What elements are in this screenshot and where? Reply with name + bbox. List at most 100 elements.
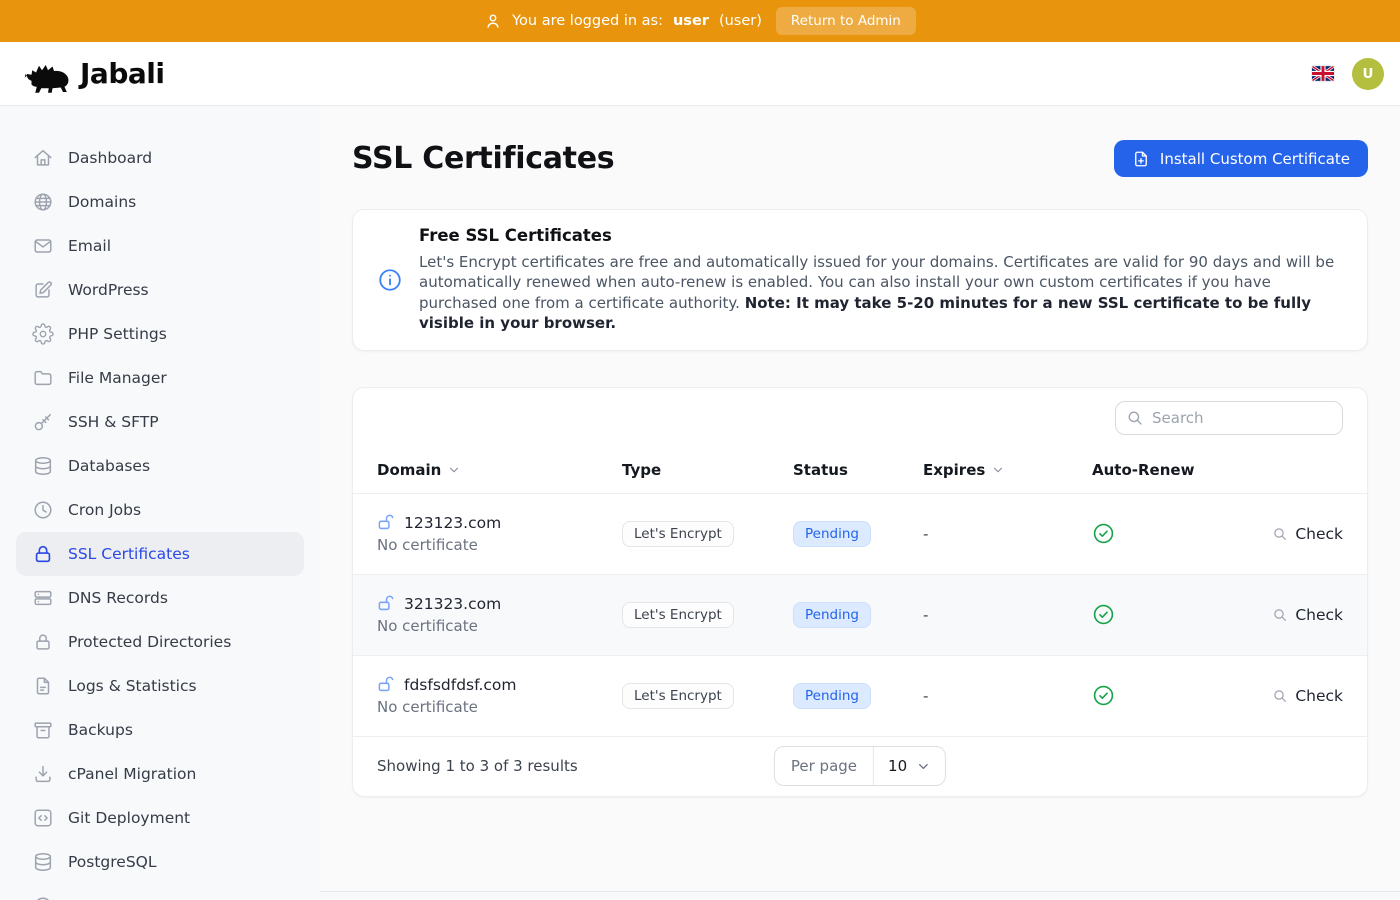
sidebar-item-label: Cron Jobs: [68, 501, 141, 519]
code-icon: [32, 807, 54, 829]
per-page-select[interactable]: Per page 10: [774, 746, 946, 786]
sidebar-item-label: Email: [68, 237, 111, 255]
sidebar-item-backups[interactable]: Backups: [16, 708, 304, 752]
brand-name: Jabali: [80, 57, 164, 90]
table-toolbar: [353, 388, 1367, 448]
sidebar-item-wordpress[interactable]: WordPress: [16, 268, 304, 312]
download-icon: [32, 763, 54, 785]
sidebar-item-postgresql[interactable]: PostgreSQL: [16, 840, 304, 884]
sidebar-item-ssh-sftp[interactable]: SSH & SFTP: [16, 400, 304, 444]
sidebar-item-label: WordPress: [68, 281, 149, 299]
info-card-title: Free SSL Certificates: [419, 226, 1343, 245]
chevron-down-icon: [916, 759, 931, 774]
sidebar-item-php-settings[interactable]: PHP Settings: [16, 312, 304, 356]
edit-icon: [32, 279, 54, 301]
logged-in-role: (user): [719, 13, 762, 29]
sidebar-item-label: Backups: [68, 721, 133, 739]
server-icon: [32, 587, 54, 609]
domain-name[interactable]: 123123.com: [404, 514, 501, 532]
domain-cell: fdsfsdfdsf.com No certificate: [377, 675, 622, 716]
info-card-body: Let's Encrypt certificates are free and …: [419, 252, 1343, 334]
check-certificate-button[interactable]: Check: [1272, 687, 1343, 705]
padlock-icon: [32, 631, 54, 653]
check-certificate-button[interactable]: Check: [1272, 606, 1343, 624]
expires-value: -: [923, 525, 1092, 543]
column-header-expires[interactable]: Expires: [923, 461, 1092, 479]
expires-value: -: [923, 687, 1092, 705]
status-badge: Pending: [793, 521, 871, 547]
gear-icon: [32, 323, 54, 345]
sidebar-item-label: File Manager: [68, 369, 167, 387]
free-ssl-info-card: Free SSL Certificates Let's Encrypt cert…: [352, 209, 1368, 351]
table-header-row: Domain Type Status Expires Auto-Renew: [353, 448, 1367, 494]
sidebar-item-partial[interactable]: [16, 884, 304, 900]
certificates-table-card: Domain Type Status Expires Auto-Renew 12…: [352, 387, 1368, 797]
uk-flag-icon[interactable]: [1312, 66, 1334, 81]
sidebar-item-dashboard[interactable]: Dashboard: [16, 136, 304, 180]
type-badge: Let's Encrypt: [622, 683, 734, 709]
logged-in-message: You are logged in as: user (user): [484, 12, 762, 30]
key-icon: [32, 411, 54, 433]
sidebar-item-ssl-certificates[interactable]: SSL Certificates: [16, 532, 304, 576]
column-header-auto-renew: Auto-Renew: [1092, 461, 1223, 479]
sidebar-item-databases[interactable]: Databases: [16, 444, 304, 488]
table-pagination: Showing 1 to 3 of 3 results Per page 10: [353, 737, 1367, 796]
circle-icon: [32, 895, 54, 900]
sidebar-item-label: Protected Directories: [68, 633, 231, 651]
column-header-domain[interactable]: Domain: [377, 461, 622, 479]
sidebar-item-label: Dashboard: [68, 149, 152, 167]
search-icon: [1272, 688, 1288, 704]
user-avatar[interactable]: U: [1352, 58, 1384, 90]
person-icon: [484, 12, 502, 30]
lock-icon: [32, 543, 54, 565]
document-icon: [32, 675, 54, 697]
check-certificate-button[interactable]: Check: [1272, 525, 1343, 543]
sidebar-item-dns-records[interactable]: DNS Records: [16, 576, 304, 620]
brand-logo[interactable]: Jabali: [24, 55, 164, 93]
sidebar-item-git-deployment[interactable]: Git Deployment: [16, 796, 304, 840]
return-to-admin-button[interactable]: Return to Admin: [776, 7, 916, 35]
mail-icon: [32, 235, 54, 257]
sidebar-item-domains[interactable]: Domains: [16, 180, 304, 224]
domain-name[interactable]: fdsfsdfdsf.com: [404, 676, 516, 694]
globe-icon: [32, 191, 54, 213]
impersonation-bar: You are logged in as: user (user) Return…: [0, 0, 1400, 42]
sidebar-item-label: Logs & Statistics: [68, 677, 197, 695]
type-badge: Let's Encrypt: [622, 602, 734, 628]
sidebar-item-cron-jobs[interactable]: Cron Jobs: [16, 488, 304, 532]
clock-icon: [32, 499, 54, 521]
database-icon: [32, 851, 54, 873]
logged-in-prefix: You are logged in as:: [512, 13, 663, 29]
sidebar-item-protected-directories[interactable]: Protected Directories: [16, 620, 304, 664]
certificate-subtitle: No certificate: [377, 536, 622, 554]
sidebar-item-email[interactable]: Email: [16, 224, 304, 268]
sidebar-item-label: cPanel Migration: [68, 765, 196, 783]
sidebar-item-cpanel-migration[interactable]: cPanel Migration: [16, 752, 304, 796]
column-header-type: Type: [622, 461, 793, 479]
main-content: SSL Certificates Install Custom Certific…: [320, 106, 1400, 900]
status-badge: Pending: [793, 602, 871, 628]
info-card-text: Free SSL Certificates Let's Encrypt cert…: [419, 226, 1343, 334]
table-row: 123123.com No certificate Let's Encrypt …: [353, 494, 1367, 575]
lock-open-icon: [377, 675, 396, 694]
header-actions: U: [1312, 58, 1384, 90]
chevron-down-icon: [991, 463, 1005, 477]
lock-open-icon: [377, 594, 396, 613]
search-icon: [1272, 526, 1288, 542]
sidebar-item-file-manager[interactable]: File Manager: [16, 356, 304, 400]
sidebar-nav: Dashboard Domains Email WordPress PHP Se…: [0, 106, 320, 900]
sidebar-item-label: SSL Certificates: [68, 545, 190, 563]
search-icon: [1126, 409, 1144, 427]
domain-name[interactable]: 321323.com: [404, 595, 501, 613]
database-icon: [32, 455, 54, 477]
domain-cell: 321323.com No certificate: [377, 594, 622, 635]
table-row: fdsfsdfdsf.com No certificate Let's Encr…: [353, 656, 1367, 737]
sidebar-item-logs-statistics[interactable]: Logs & Statistics: [16, 664, 304, 708]
info-icon: [377, 267, 403, 293]
logged-in-username: user: [673, 13, 709, 29]
search-input[interactable]: [1115, 401, 1343, 435]
home-icon: [32, 147, 54, 169]
install-custom-certificate-button[interactable]: Install Custom Certificate: [1114, 140, 1368, 177]
archive-icon: [32, 719, 54, 741]
sidebar-item-label: Domains: [68, 193, 136, 211]
